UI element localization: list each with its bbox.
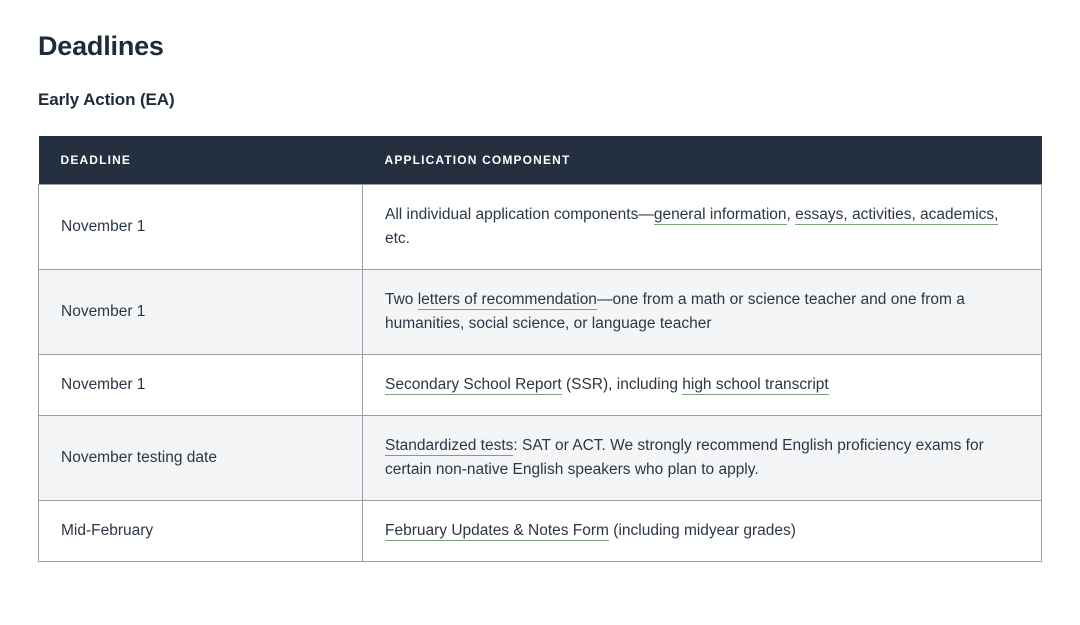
table-row: Mid-February February Updates & Notes For… — [38, 500, 1042, 563]
cell-deadline: November 1 — [38, 269, 363, 356]
cell-application-component: Secondary School Report (SSR), including… — [362, 354, 1042, 417]
cell-application-component: All individual application components—ge… — [362, 183, 1042, 271]
document-page: Deadlines Early Action (EA) DEADLINE APP… — [0, 0, 1080, 625]
table-header: DEADLINE APPLICATION COMPONENT — [38, 136, 1042, 185]
component-text: , — [786, 206, 796, 223]
component-link[interactable]: high school transcript — [682, 376, 829, 396]
table-row: November 1 Secondary School Report (SSR),… — [38, 354, 1042, 417]
cell-deadline: Mid-February — [38, 500, 363, 563]
component-text: Two — [385, 291, 418, 309]
deadlines-table-container: DEADLINE APPLICATION COMPONENT November … — [38, 136, 1042, 563]
deadlines-table: DEADLINE APPLICATION COMPONENT November … — [38, 136, 1042, 563]
component-link[interactable]: essays, activities, academics, — [795, 206, 999, 225]
table-header-row: DEADLINE APPLICATION COMPONENT — [38, 136, 1042, 185]
table-body: November 1 All individual application com… — [38, 183, 1042, 563]
component-link[interactable]: general information — [653, 206, 787, 225]
component-link[interactable]: February Updates & Notes Form — [385, 522, 609, 542]
column-header-deadline: DEADLINE — [38, 136, 363, 185]
section-subtitle-early-action: Early Action (EA) — [38, 90, 175, 109]
component-text: All individual application components— — [385, 206, 654, 223]
component-text: etc. — [385, 230, 410, 248]
column-header-application-component: APPLICATION COMPONENT — [362, 136, 1042, 185]
component-link[interactable]: letters of recommendation — [417, 291, 597, 311]
component-link[interactable]: Secondary School Report — [385, 376, 562, 396]
cell-application-component: February Updates & Notes Form (including… — [362, 500, 1042, 563]
page-title: Deadlines — [38, 31, 164, 61]
cell-deadline: November testing date — [38, 415, 363, 502]
component-text: (including midyear grades) — [608, 522, 796, 540]
cell-deadline: November 1 — [38, 183, 363, 271]
cell-application-component: Standardized tests: SAT or ACT. We stron… — [362, 415, 1042, 502]
table-row: November testing date Standardized tests:… — [38, 415, 1042, 502]
cell-deadline: November 1 — [38, 354, 363, 417]
component-text: (SSR), including — [561, 376, 683, 394]
component-link[interactable]: Standardized tests — [385, 437, 514, 457]
cell-application-component: Two letters of recommendation—one from a… — [362, 269, 1042, 356]
table-row: November 1 Two letters of recommendation—… — [38, 269, 1042, 356]
table-row: November 1 All individual application com… — [38, 183, 1042, 271]
